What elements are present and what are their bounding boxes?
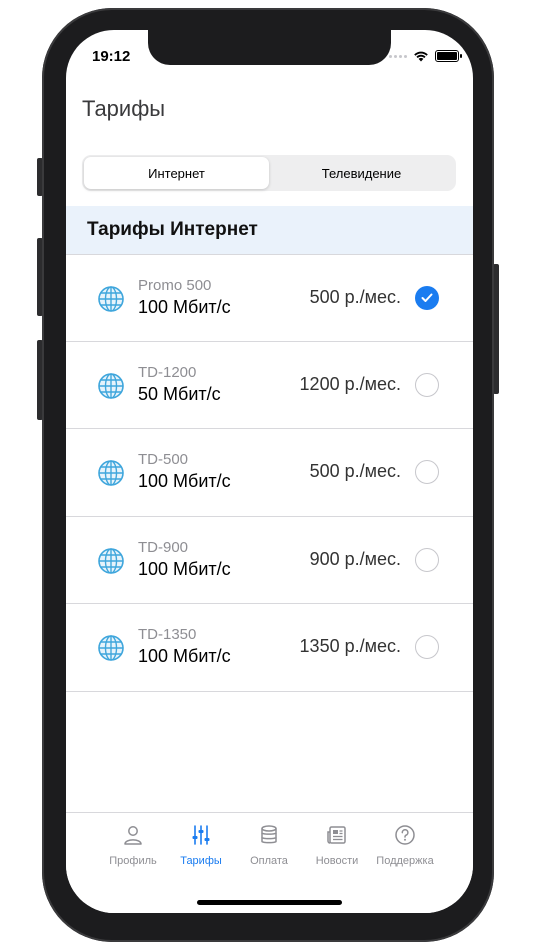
globe-icon	[98, 286, 124, 312]
selected-radio[interactable]	[415, 286, 439, 310]
tariff-price: 500 р./мес.	[309, 461, 401, 481]
sliders-icon	[192, 825, 210, 845]
unselected-radio[interactable]	[415, 372, 439, 397]
tariff-price: 1200 р./мес.	[299, 373, 401, 394]
segment-television[interactable]: Телевидение	[269, 157, 454, 189]
segment-internet[interactable]: Интернет	[84, 157, 269, 189]
person-icon	[124, 826, 142, 845]
tariff-price: 500 р./мес.	[309, 287, 401, 307]
checkmark-icon	[421, 293, 433, 302]
tab-bar: Профиль Тарифы Оплата Новости Поддержка	[66, 812, 473, 913]
tariff-row[interactable]: Promo 500 100 Мбит/с 500 р./мес.	[66, 254, 473, 342]
tariff-row[interactable]: TD-1200 50 Мбит/с 1200 р./мес.	[66, 342, 473, 429]
newspaper-icon	[327, 826, 346, 844]
tab-label: Тарифы	[180, 855, 222, 867]
database-icon	[261, 825, 277, 844]
page-title: Тарифы	[82, 96, 166, 121]
app-screen: 19:12 Тарифы Интернет Телевидение Тарифы…	[66, 30, 473, 913]
unselected-radio[interactable]	[415, 635, 439, 659]
globe-icon	[98, 635, 124, 661]
tab-news[interactable]: Новости	[302, 813, 372, 873]
wifi-icon	[414, 51, 428, 62]
tariff-list: Promo 500 100 Мбит/с 500 р./мес. TD-1200…	[66, 254, 473, 692]
tariff-name: TD-1350	[138, 626, 197, 643]
tariff-price: 1350 р./мес.	[299, 636, 401, 656]
tariff-name: TD-500	[138, 451, 189, 468]
tariff-speed: 100 Мбит/с	[138, 646, 231, 666]
tariff-price: 900 р./мес.	[309, 548, 401, 569]
tariff-name: TD-900	[138, 538, 189, 556]
unselected-radio[interactable]	[415, 547, 439, 572]
tab-payment[interactable]: Оплата	[234, 813, 304, 873]
status-time: 19:12	[92, 48, 131, 65]
tariff-speed: 100 Мбит/с	[138, 471, 231, 491]
globe-icon	[98, 547, 124, 574]
tariff-speed: 100 Мбит/с	[138, 297, 231, 317]
tariff-speed: 50 Мбит/с	[138, 383, 221, 404]
tab-label: Профиль	[109, 855, 157, 867]
status-icons	[389, 50, 462, 62]
notch	[148, 30, 391, 65]
globe-icon	[98, 460, 124, 486]
tab-profile[interactable]: Профиль	[98, 813, 168, 873]
tab-support[interactable]: Поддержка	[370, 813, 440, 873]
tariff-row[interactable]: TD-500 100 Мбит/с 500 р./мес.	[66, 429, 473, 517]
unselected-radio[interactable]	[415, 460, 439, 484]
home-indicator[interactable]	[197, 900, 342, 905]
battery-icon	[435, 50, 462, 62]
section-header: Тарифы Интернет	[66, 206, 473, 254]
tariff-name: Promo 500	[138, 277, 212, 294]
tariff-row[interactable]: TD-1350 100 Мбит/с 1350 р./мес.	[66, 604, 473, 692]
cellular-signal-icon	[389, 54, 407, 58]
tariff-row[interactable]: TD-900 100 Мбит/с 900 р./мес.	[66, 517, 473, 604]
question-icon	[395, 825, 415, 845]
tab-tariffs[interactable]: Тарифы	[166, 813, 236, 873]
tab-label: Новости	[315, 855, 359, 867]
tab-label: Поддержка	[376, 855, 434, 867]
tab-label: Оплата	[250, 855, 288, 867]
tariff-name: TD-1200	[138, 363, 197, 381]
segmented-control: Интернет Телевидение	[82, 155, 456, 191]
tariff-speed: 100 Мбит/с	[138, 558, 231, 579]
globe-icon	[98, 372, 124, 399]
